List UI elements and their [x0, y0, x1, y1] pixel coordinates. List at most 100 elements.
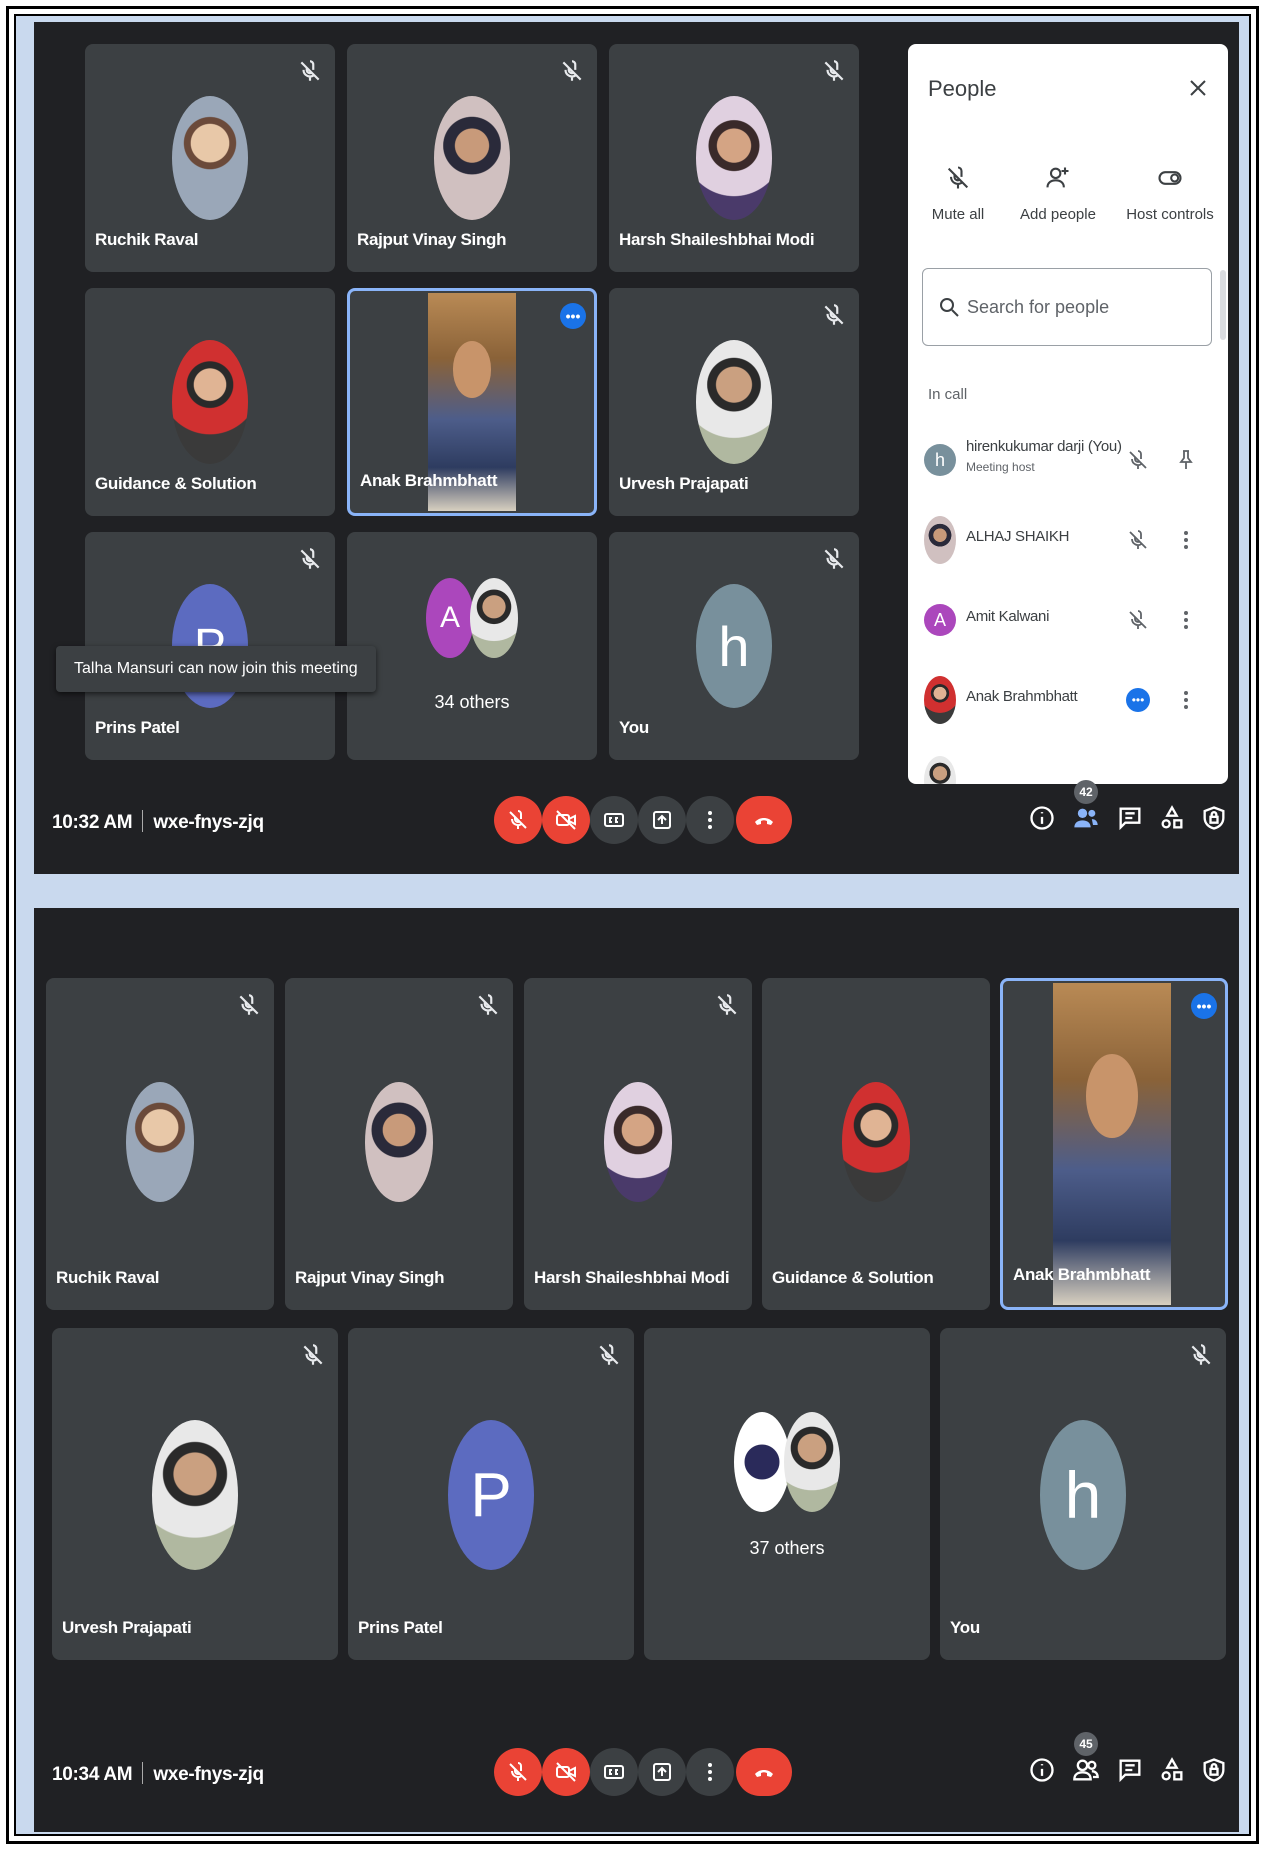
close-icon[interactable] — [1186, 76, 1210, 100]
participant-tile-active-speaker[interactable]: ••• Anak Brahmbhatt — [1000, 978, 1228, 1310]
participant-tile[interactable]: Guidance & Solution — [762, 978, 990, 1310]
avatar — [172, 96, 248, 220]
more-vert-icon[interactable] — [1174, 608, 1198, 632]
more-options-icon[interactable]: ••• — [1191, 993, 1217, 1019]
avatar — [126, 1082, 194, 1202]
section-label-in-call: In call — [928, 386, 968, 403]
participant-row[interactable]: h hirenkukumar darji (You) Meeting host — [924, 430, 1214, 490]
more-options-button[interactable] — [686, 796, 734, 844]
mic-off-icon — [821, 302, 847, 328]
mic-off-icon — [1126, 448, 1150, 472]
participant-row[interactable]: ALHAJ SHAIKH — [924, 510, 1214, 570]
others-tile[interactable]: A 34 others — [347, 532, 597, 760]
leave-call-button[interactable] — [736, 796, 792, 844]
participant-tile[interactable]: Harsh Shaileshbhai Modi — [609, 44, 859, 272]
participant-tile[interactable]: Harsh Shaileshbhai Modi — [524, 978, 752, 1310]
mic-off-icon — [1188, 1342, 1214, 1368]
speaking-indicator-icon: ••• — [1126, 688, 1150, 712]
participant-tile[interactable]: P Prins Patel — [348, 1328, 634, 1660]
search-people-field[interactable] — [922, 268, 1212, 346]
participant-tile[interactable]: Urvesh Prajapati — [609, 288, 859, 516]
mic-off-icon — [944, 164, 972, 192]
host-lock-icon[interactable] — [1198, 1754, 1230, 1786]
mic-off-icon — [821, 58, 847, 84]
avatar — [172, 340, 248, 464]
add-person-icon — [1044, 164, 1072, 192]
mic-off-icon — [297, 546, 323, 572]
leave-call-button[interactable] — [736, 1748, 792, 1796]
participant-tile[interactable]: Ruchik Raval — [85, 44, 335, 272]
others-tile[interactable]: 37 others — [644, 1328, 930, 1660]
participant-role: Meeting host — [966, 460, 1035, 474]
camera-toggle-button[interactable] — [542, 1748, 590, 1796]
participant-name: Urvesh Prajapati — [619, 474, 749, 493]
more-vert-icon[interactable] — [1174, 528, 1198, 552]
mic-off-icon — [714, 992, 740, 1018]
mic-toggle-button[interactable] — [494, 796, 542, 844]
more-vert-icon[interactable] — [1174, 688, 1198, 712]
avatar — [604, 1082, 672, 1202]
participant-count-badge: 42 — [1074, 780, 1098, 804]
participant-tile[interactable]: Rajput Vinay Singh — [285, 978, 513, 1310]
search-input[interactable] — [967, 291, 1197, 323]
participant-tile-self[interactable]: h You — [940, 1328, 1226, 1660]
participant-name: Anak Brahmbhatt — [1013, 1265, 1151, 1284]
participant-tile-active-speaker[interactable]: ••• Anak Brahmbhatt — [347, 288, 597, 516]
people-icon[interactable]: 45 — [1070, 1732, 1102, 1786]
info-icon[interactable] — [1026, 802, 1058, 834]
mic-off-icon — [1126, 528, 1150, 552]
mic-off-icon — [596, 1342, 622, 1368]
host-controls-button[interactable]: Host controls — [1116, 164, 1224, 223]
mic-off-icon — [1126, 608, 1150, 632]
more-options-icon[interactable]: ••• — [560, 303, 586, 329]
add-people-button[interactable]: Add people — [1008, 164, 1108, 223]
mute-all-button[interactable]: Mute all — [918, 164, 998, 223]
participant-tile[interactable]: Ruchik Raval — [46, 978, 274, 1310]
avatar — [734, 1412, 790, 1512]
captions-button[interactable] — [590, 1748, 638, 1796]
participant-tile[interactable]: Rajput Vinay Singh — [347, 44, 597, 272]
present-button[interactable] — [638, 796, 686, 844]
info-icon[interactable] — [1026, 1754, 1058, 1786]
avatar: A — [924, 604, 956, 636]
more-options-button[interactable] — [686, 1748, 734, 1796]
pin-icon[interactable] — [1174, 448, 1198, 472]
participant-count-badge: 45 — [1074, 1732, 1098, 1756]
participant-row[interactable]: A Amit Kalwani — [924, 590, 1214, 650]
participant-name: Harsh Shaileshbhai Modi — [534, 1268, 730, 1287]
participant-name: You — [619, 718, 649, 737]
people-icon[interactable]: 42 — [1070, 780, 1102, 834]
mic-off-icon — [236, 992, 262, 1018]
avatar — [696, 96, 772, 220]
avatar — [924, 516, 956, 564]
mic-toggle-button[interactable] — [494, 1748, 542, 1796]
avatar: h — [696, 584, 772, 708]
participant-name: Prins Patel — [95, 718, 180, 737]
participant-name: Ruchik Raval — [95, 230, 199, 249]
participant-name: ALHAJ SHAIKH — [966, 528, 1070, 545]
clock-time: 10:32 AM — [52, 812, 133, 833]
camera-toggle-button[interactable] — [542, 796, 590, 844]
activities-icon[interactable] — [1156, 1754, 1188, 1786]
host-lock-icon[interactable] — [1198, 802, 1230, 834]
join-notification-toast: Talha Mansuri can now join this meeting — [56, 646, 376, 692]
scrollbar[interactable] — [1220, 270, 1226, 340]
participant-tile[interactable]: Urvesh Prajapati — [52, 1328, 338, 1660]
avatar: P — [448, 1420, 534, 1570]
avatar — [924, 756, 956, 784]
present-button[interactable] — [638, 1748, 686, 1796]
avatar: A — [426, 578, 474, 658]
chat-icon[interactable] — [1114, 802, 1146, 834]
participant-tile[interactable]: Guidance & Solution — [85, 288, 335, 516]
participant-tile-self[interactable]: h You — [609, 532, 859, 760]
participant-row[interactable] — [924, 750, 1214, 784]
mic-off-icon — [300, 1342, 326, 1368]
video-feed — [1053, 983, 1171, 1305]
participant-row[interactable]: Anak Brahmbhatt ••• — [924, 670, 1214, 730]
captions-button[interactable] — [590, 796, 638, 844]
toggle-icon — [1156, 164, 1184, 192]
chat-icon[interactable] — [1114, 1754, 1146, 1786]
participant-name: Prins Patel — [358, 1618, 443, 1637]
people-panel: People Mute all Add people Host controls… — [908, 44, 1228, 784]
activities-icon[interactable] — [1156, 802, 1188, 834]
